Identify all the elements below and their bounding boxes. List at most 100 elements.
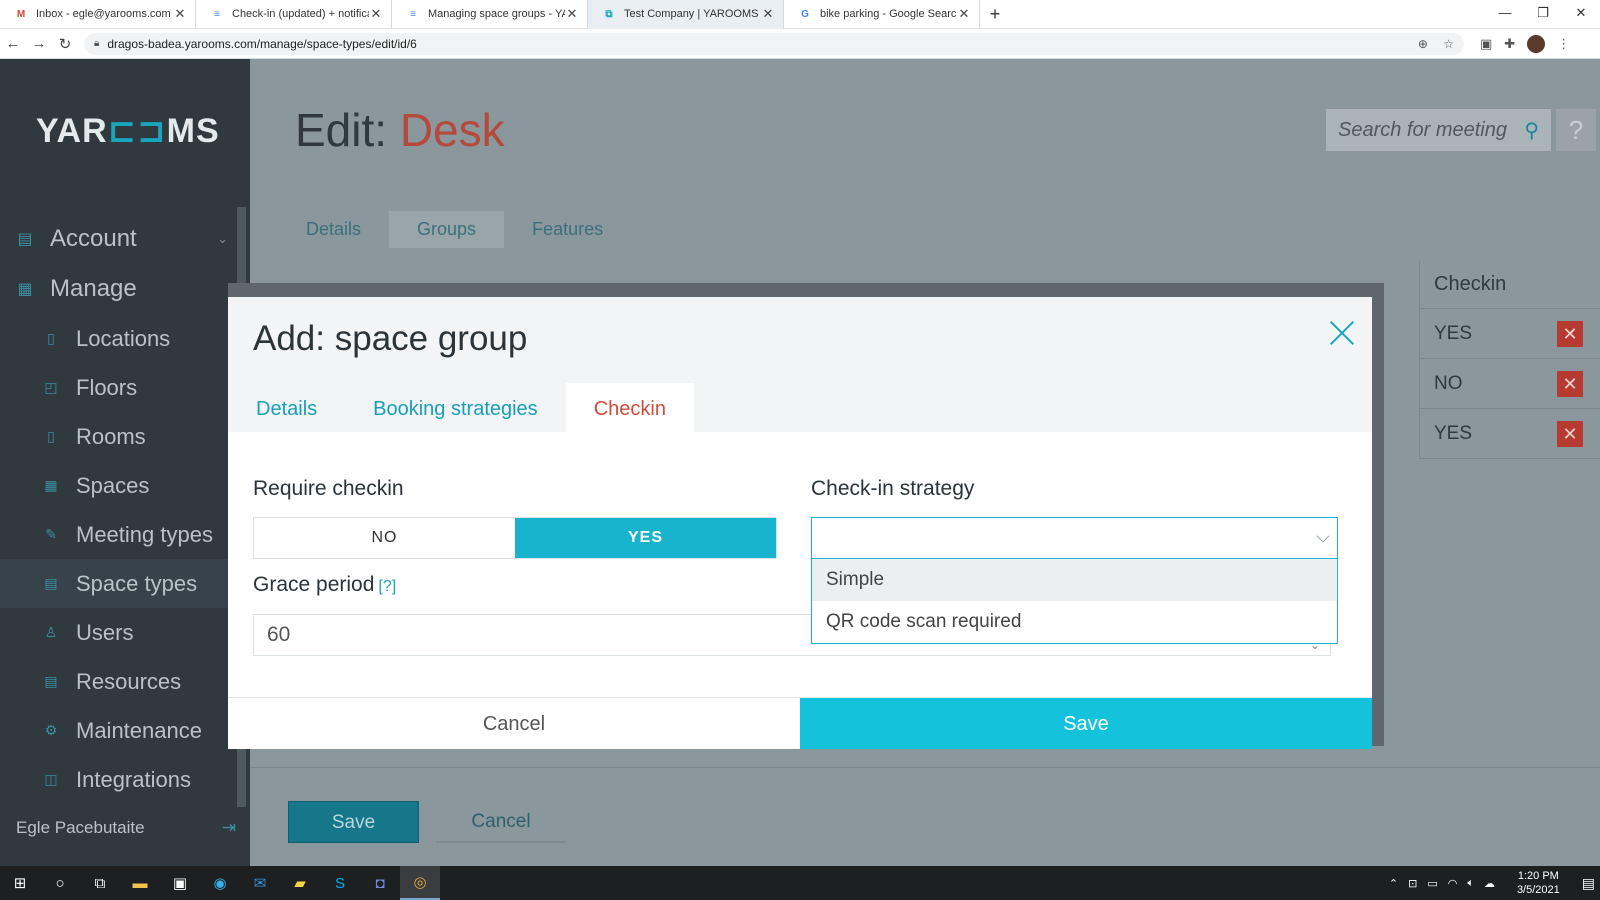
notifications-icon[interactable]: ▤ [1582,875,1595,892]
sidebar-item-label: Maintenance [76,717,202,743]
clock[interactable]: 1:20 PM 3/5/2021 [1512,869,1565,897]
close-window-icon[interactable]: ✕ [1562,0,1600,29]
sidebar-item-floors[interactable]: ◰ Floors [0,363,250,412]
sidebar: YAR⊏⊐MS ▤ Account ⌄ ▦ Manage ▯ Locations ◰ Floor… [0,59,250,866]
favicon-icon: ≡ [214,8,220,20]
delete-icon[interactable]: ✕ [1557,420,1583,447]
yarooms-logo[interactable]: YAR⊏⊐MS [36,111,220,151]
reload-icon[interactable]: ↻ [52,35,78,53]
wifi-icon[interactable]: ◠ [1448,877,1458,890]
grace-period-help-link[interactable]: [?] [378,578,396,595]
sidebar-item-maintenance[interactable]: ⚙ Maintenance [0,706,250,755]
page-tab-details[interactable]: Details [278,211,389,248]
browser-tab[interactable]: Gbike parking - Google Search ✕ [784,0,980,29]
delete-icon[interactable]: ✕ [1557,370,1583,397]
sidebar-item-locations[interactable]: ▯ Locations [0,314,250,363]
browser-tab[interactable]: ≡ Managing space groups - YARO✕ [392,0,588,29]
browser-tab-title: Test Company | YAROOMS [624,8,759,20]
minimize-icon[interactable]: — [1486,0,1524,29]
dropdown-option[interactable]: QR code scan required [812,601,1337,643]
discord-icon[interactable]: ◘ [360,866,400,900]
sidebar-item-label: Account [50,225,137,252]
mail-icon[interactable]: ✉ [240,866,280,900]
modal-tab-checkin[interactable]: Checkin [565,383,694,432]
table-header-checkin: Checkin [1419,261,1600,309]
close-tab-icon[interactable]: ✕ [369,6,383,22]
sidebar-item-resources[interactable]: ▤ Resources [0,657,250,706]
battery-icon[interactable]: ▭ [1427,877,1437,890]
skype-icon[interactable]: S [320,866,360,900]
search-circle-icon[interactable]: ○ [40,866,80,900]
store-icon[interactable]: ▣ [160,866,200,900]
close-icon[interactable] [1328,319,1356,347]
sidebar-item-users[interactable]: ♙ Users [0,608,250,657]
meet-icon[interactable]: ⊡ [1408,877,1417,890]
dropdown-option[interactable]: Simple [812,559,1337,601]
browser-tab[interactable]: ≡ Check-in (updated) + notification✕ [196,0,392,29]
close-tab-icon[interactable]: ✕ [565,6,579,22]
new-tab-button[interactable]: + [980,4,1010,25]
task-view-icon[interactable]: ⧉ [80,866,120,900]
modal-cancel-button[interactable]: Cancel [228,698,800,749]
search-input[interactable]: Search for meeting ⚲ [1326,109,1551,151]
onedrive-icon[interactable]: ☁ [1484,877,1495,890]
restore-icon[interactable]: ❐ [1524,0,1562,29]
browser-tab-title: Inbox - egle@yarooms.com - YA [36,8,173,20]
user-name[interactable]: Egle Pacebutaite [16,818,145,838]
edge-icon[interactable]: ◉ [200,866,240,900]
file-explorer-icon[interactable]: ▬ [120,866,160,900]
chrome-icon[interactable]: ◎ [400,866,440,900]
chevron-up-icon[interactable]: ⌃ [1389,877,1398,890]
extension-icon[interactable]: ▣ [1480,36,1492,52]
sidebar-item-manage[interactable]: ▦ Manage [0,264,250,314]
page-tab-features[interactable]: Features [504,211,631,248]
volume-icon[interactable]: 🔈︎ [1467,877,1474,890]
close-tab-icon[interactable]: ✕ [957,6,971,22]
favicon-icon: ≡ [410,8,416,20]
table-cell-checkin: YES [1419,408,1541,459]
groups-table: Checkin YES ✕ NO ✕ YES ✕ [1419,261,1600,459]
start-icon[interactable]: ⊞ [0,866,40,900]
url-input[interactable]: 🔒︎ dragos-badea.yarooms.com/manage/space… [84,32,1464,55]
sidebar-item-space-types[interactable]: ▤ Space types [0,559,250,608]
checkin-strategy-select[interactable] [811,517,1338,559]
page-tab-groups[interactable]: Groups [389,211,505,248]
zoom-icon[interactable]: ⊕ [1418,37,1428,51]
grace-period-value: 60 [267,623,291,646]
floors-icon: ◰ [44,379,58,395]
modal-tab-booking-strategies[interactable]: Booking strategies [345,383,566,432]
sidebar-item-spaces[interactable]: ▦ Spaces [0,461,250,510]
resources-icon: ▤ [44,673,58,689]
sidebar-item-rooms[interactable]: ▯ Rooms [0,412,250,461]
modal-save-button[interactable]: Save [800,698,1372,749]
puzzle-icon[interactable]: ✚ [1504,36,1515,52]
browser-tab[interactable]: M Inbox - egle@yarooms.com - YA✕ [0,0,196,29]
sidebar-nav: ▤ Account ⌄ ▦ Manage ▯ Locations ◰ Floors ▯ Rooms ▦… [0,214,250,804]
profile-avatar[interactable] [1527,34,1546,53]
sticky-notes-icon[interactable]: ▰ [280,866,320,900]
page-cancel-button[interactable]: Cancel [436,801,566,843]
search-icon[interactable]: ⚲ [1524,118,1539,143]
modal-title: Add: space group [253,319,528,358]
toggle-no-button[interactable]: NO [254,518,515,558]
divider [250,767,1600,768]
close-tab-icon[interactable]: ✕ [761,6,775,22]
page-save-button[interactable]: Save [288,801,419,843]
favicon-icon: ⧉ [605,8,613,20]
sidebar-item-integrations[interactable]: ◫ Integrations [0,755,250,804]
help-button[interactable]: ? [1556,109,1596,151]
menu-kebab-icon[interactable]: ⋮ [1557,36,1570,52]
sidebar-item-meeting-types[interactable]: ✎ Meeting types [0,510,250,559]
logout-icon[interactable]: ⇥ [222,818,236,838]
users-icon: ♙ [44,624,58,640]
forward-icon[interactable]: → [26,35,52,52]
delete-icon[interactable]: ✕ [1557,320,1583,347]
back-icon[interactable]: ← [0,35,26,52]
toggle-yes-button[interactable]: YES [515,518,776,558]
close-tab-icon[interactable]: ✕ [173,6,187,22]
modal-tab-details[interactable]: Details [228,383,345,432]
sidebar-item-label: Spaces [76,472,150,498]
browser-tab[interactable]: ⧉ Test Company | YAROOMS ✕ [588,0,784,29]
bookmark-star-icon[interactable]: ☆ [1443,37,1454,51]
sidebar-item-account[interactable]: ▤ Account ⌄ [0,214,250,264]
